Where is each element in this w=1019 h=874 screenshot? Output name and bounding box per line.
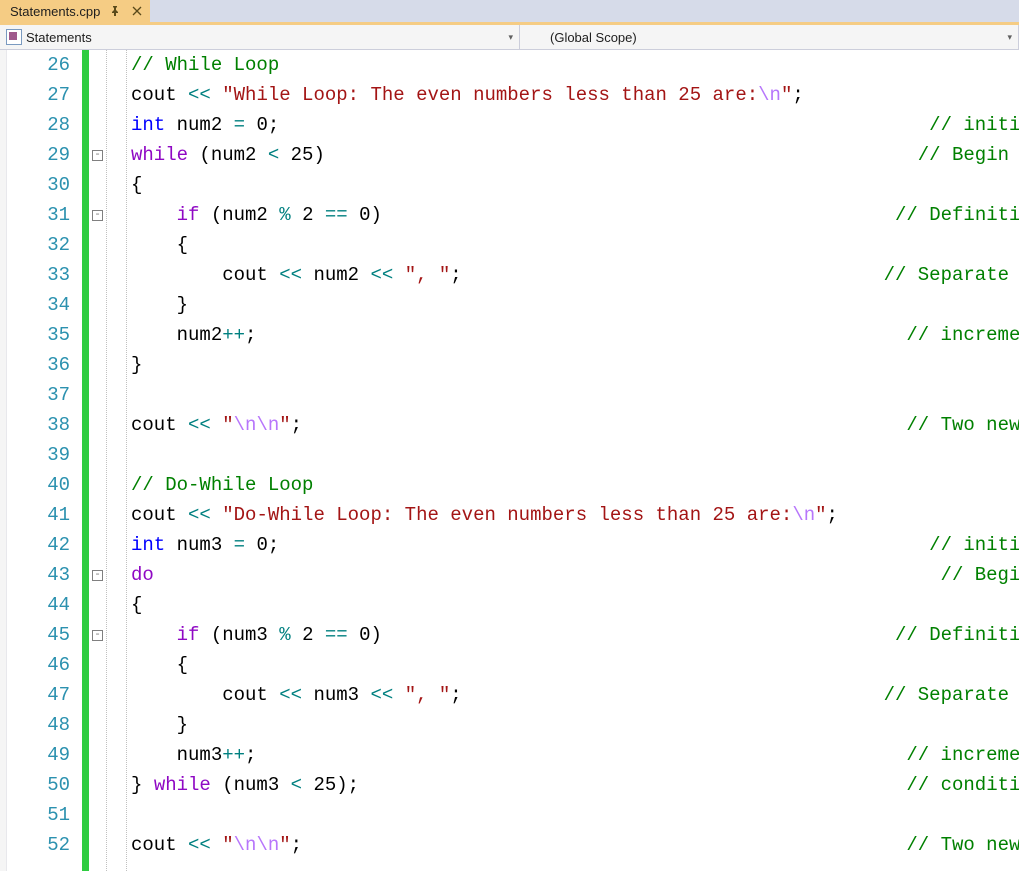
chevron-down-icon: ▾	[1007, 32, 1012, 43]
line-number: 49	[7, 740, 70, 770]
scope-class-label: Statements	[26, 30, 92, 45]
line-number: 48	[7, 710, 70, 740]
line-number: 38	[7, 410, 70, 440]
file-tab[interactable]: Statements.cpp	[0, 0, 150, 22]
line-number: 39	[7, 440, 70, 470]
code-line[interactable]: }	[131, 290, 1019, 320]
code-line[interactable]: if (num2 % 2 == 0) // Definition of an e…	[131, 200, 1019, 230]
code-line[interactable]: cout << "While Loop: The even numbers le…	[131, 80, 1019, 110]
code-line[interactable]: cout << "\n\n"; // Two new lines separat…	[131, 410, 1019, 440]
line-number: 42	[7, 530, 70, 560]
code-line[interactable]: {	[131, 170, 1019, 200]
code-line[interactable]: cout << "\n\n"; // Two new lines separat…	[131, 830, 1019, 860]
code-editor[interactable]: 2627282930313233343536373839404142434445…	[0, 50, 1019, 871]
change-tracking-bar	[82, 50, 89, 871]
close-icon[interactable]	[130, 4, 144, 18]
outlining-gutter[interactable]: - - - -	[89, 50, 107, 871]
outline-collapse-box[interactable]: -	[92, 630, 103, 641]
code-line[interactable]	[131, 440, 1019, 470]
line-number: 31	[7, 200, 70, 230]
code-line[interactable]: do // Begin Do-While Loop	[131, 560, 1019, 590]
chevron-down-icon: ▾	[508, 32, 513, 43]
scope-member-dropdown[interactable]: (Global Scope) ▾	[520, 25, 1019, 49]
line-number: 36	[7, 350, 70, 380]
code-line[interactable]: int num3 = 0; // initialize	[131, 530, 1019, 560]
selection-margin	[0, 50, 7, 871]
line-number: 32	[7, 230, 70, 260]
code-line[interactable]	[131, 380, 1019, 410]
class-icon	[6, 29, 22, 45]
code-text-area[interactable]: // While Loopcout << "While Loop: The ev…	[127, 50, 1019, 871]
tab-filename: Statements.cpp	[10, 4, 100, 19]
line-number: 28	[7, 110, 70, 140]
code-line[interactable]: // Do-While Loop	[131, 470, 1019, 500]
code-line[interactable]	[131, 800, 1019, 830]
code-line[interactable]: cout << "Do-While Loop: The even numbers…	[131, 500, 1019, 530]
line-number: 45	[7, 620, 70, 650]
code-line[interactable]: {	[131, 230, 1019, 260]
line-number-gutter: 2627282930313233343536373839404142434445…	[7, 50, 82, 871]
line-number: 52	[7, 830, 70, 860]
line-number: 34	[7, 290, 70, 320]
code-line[interactable]: num2++; // increment	[131, 320, 1019, 350]
line-number: 43	[7, 560, 70, 590]
line-number: 30	[7, 170, 70, 200]
navigation-bar: Statements ▾ (Global Scope) ▾	[0, 25, 1019, 50]
line-number: 50	[7, 770, 70, 800]
code-line[interactable]: while (num2 < 25) // Begin While Loop	[131, 140, 1019, 170]
line-number: 40	[7, 470, 70, 500]
code-line[interactable]: num3++; // increment	[131, 740, 1019, 770]
code-line[interactable]: } while (num3 < 25); // condition	[131, 770, 1019, 800]
code-line[interactable]: int num2 = 0; // initialize	[131, 110, 1019, 140]
tab-strip: Statements.cpp	[0, 0, 1019, 25]
line-number: 46	[7, 650, 70, 680]
line-number: 44	[7, 590, 70, 620]
line-number: 37	[7, 380, 70, 410]
code-line[interactable]: {	[131, 650, 1019, 680]
code-line[interactable]: cout << num3 << ", "; // Separate each r…	[131, 680, 1019, 710]
line-number: 51	[7, 800, 70, 830]
outline-collapse-box[interactable]: -	[92, 570, 103, 581]
indent-guide-gutter	[107, 50, 127, 871]
outline-collapse-box[interactable]: -	[92, 150, 103, 161]
code-line[interactable]: cout << num2 << ", "; // Separate each r…	[131, 260, 1019, 290]
pin-icon[interactable]	[108, 4, 122, 18]
code-line[interactable]: }	[131, 710, 1019, 740]
code-line[interactable]: if (num3 % 2 == 0) // Definition of an e…	[131, 620, 1019, 650]
line-number: 47	[7, 680, 70, 710]
line-number: 33	[7, 260, 70, 290]
outline-collapse-box[interactable]: -	[92, 210, 103, 221]
scope-member-label: (Global Scope)	[550, 30, 637, 45]
code-line[interactable]: // While Loop	[131, 50, 1019, 80]
line-number: 41	[7, 500, 70, 530]
code-line[interactable]: }	[131, 350, 1019, 380]
line-number: 27	[7, 80, 70, 110]
line-number: 26	[7, 50, 70, 80]
code-line[interactable]: {	[131, 590, 1019, 620]
scope-class-dropdown[interactable]: Statements ▾	[0, 25, 520, 49]
line-number: 29	[7, 140, 70, 170]
line-number: 35	[7, 320, 70, 350]
